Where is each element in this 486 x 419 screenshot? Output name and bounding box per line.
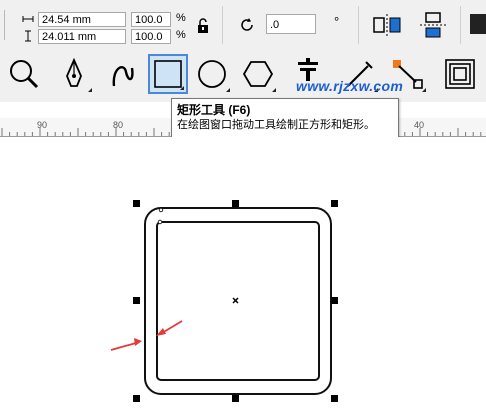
mirror-vertical-icon[interactable] [418, 12, 448, 38]
inner-rectangle[interactable] [156, 221, 320, 381]
ruler-label: 40 [414, 120, 425, 130]
ruler-label: 80 [113, 120, 124, 130]
ruler-label: 90 [37, 120, 48, 130]
flyout-indicator [272, 88, 276, 92]
tooltip-description: 在绘图窗口拖动工具绘制正方形和矩形。 [177, 119, 375, 131]
flyout-indicator [422, 88, 426, 92]
separator [460, 6, 461, 44]
toolbox [0, 48, 486, 102]
scale-y-field[interactable]: 100.0 [131, 29, 171, 44]
width-icon [22, 16, 34, 22]
scale-y-percent: % [176, 29, 186, 41]
flyout-indicator [226, 88, 230, 92]
rectangle-tool-tooltip: 矩形工具 (F6) 在绘图窗口拖动工具绘制正方形和矩形。 [171, 98, 399, 138]
flyout-indicator [88, 88, 92, 92]
center-marker [232, 297, 239, 304]
contour-icon [445, 59, 475, 89]
corner-node[interactable] [157, 219, 163, 225]
handle-top-left [133, 200, 140, 207]
flyout-indicator [180, 86, 184, 90]
separator [358, 6, 359, 44]
drawing-canvas[interactable] [0, 137, 486, 419]
handle-bottom-right [331, 395, 338, 402]
handle-middle-right [331, 297, 338, 304]
degree-symbol: ° [334, 14, 340, 29]
rectangle-tool[interactable] [148, 54, 188, 94]
lock-ratio-icon[interactable] [196, 18, 210, 34]
ellipse-tool[interactable] [192, 54, 232, 94]
polygon-tool[interactable] [238, 54, 278, 94]
handle-top-right [331, 200, 338, 207]
property-bar: 24.54 mm 24.011 mm 100.0 100.0 % % .0 ° [0, 0, 486, 49]
height-icon [25, 30, 31, 42]
tooltip-title: 矩形工具 (F6) [177, 103, 251, 117]
zoom-icon [10, 60, 39, 89]
width-field[interactable]: 24.54 mm [38, 12, 126, 27]
rotation-field[interactable]: .0 [266, 14, 316, 34]
separator [222, 6, 223, 44]
canvas-drawing [110, 200, 338, 402]
pen-tool[interactable] [54, 54, 94, 94]
handle-top-middle [232, 200, 239, 207]
annotation-arrows [110, 320, 183, 351]
handle-middle-left [133, 297, 140, 304]
handle-bottom-left [133, 395, 140, 402]
freehand-tool[interactable] [102, 54, 142, 94]
contour-tool[interactable] [440, 54, 480, 94]
scale-x-field[interactable]: 100.0 [131, 12, 171, 27]
outer-rounded-rectangle[interactable] [144, 207, 332, 395]
watermark: www.rjzxw.com [296, 78, 404, 94]
handle-bottom-middle [232, 395, 239, 402]
toolbar-grip [0, 10, 5, 40]
height-field[interactable]: 24.011 mm [38, 29, 126, 44]
mirror-horizontal-icon[interactable] [372, 12, 402, 38]
freehand-curve-icon [112, 66, 134, 87]
rotate-icon [241, 18, 253, 31]
align-icon[interactable] [468, 12, 486, 36]
scale-x-percent: % [176, 12, 186, 24]
corner-node[interactable] [158, 207, 164, 213]
zoom-tool[interactable] [4, 54, 44, 94]
